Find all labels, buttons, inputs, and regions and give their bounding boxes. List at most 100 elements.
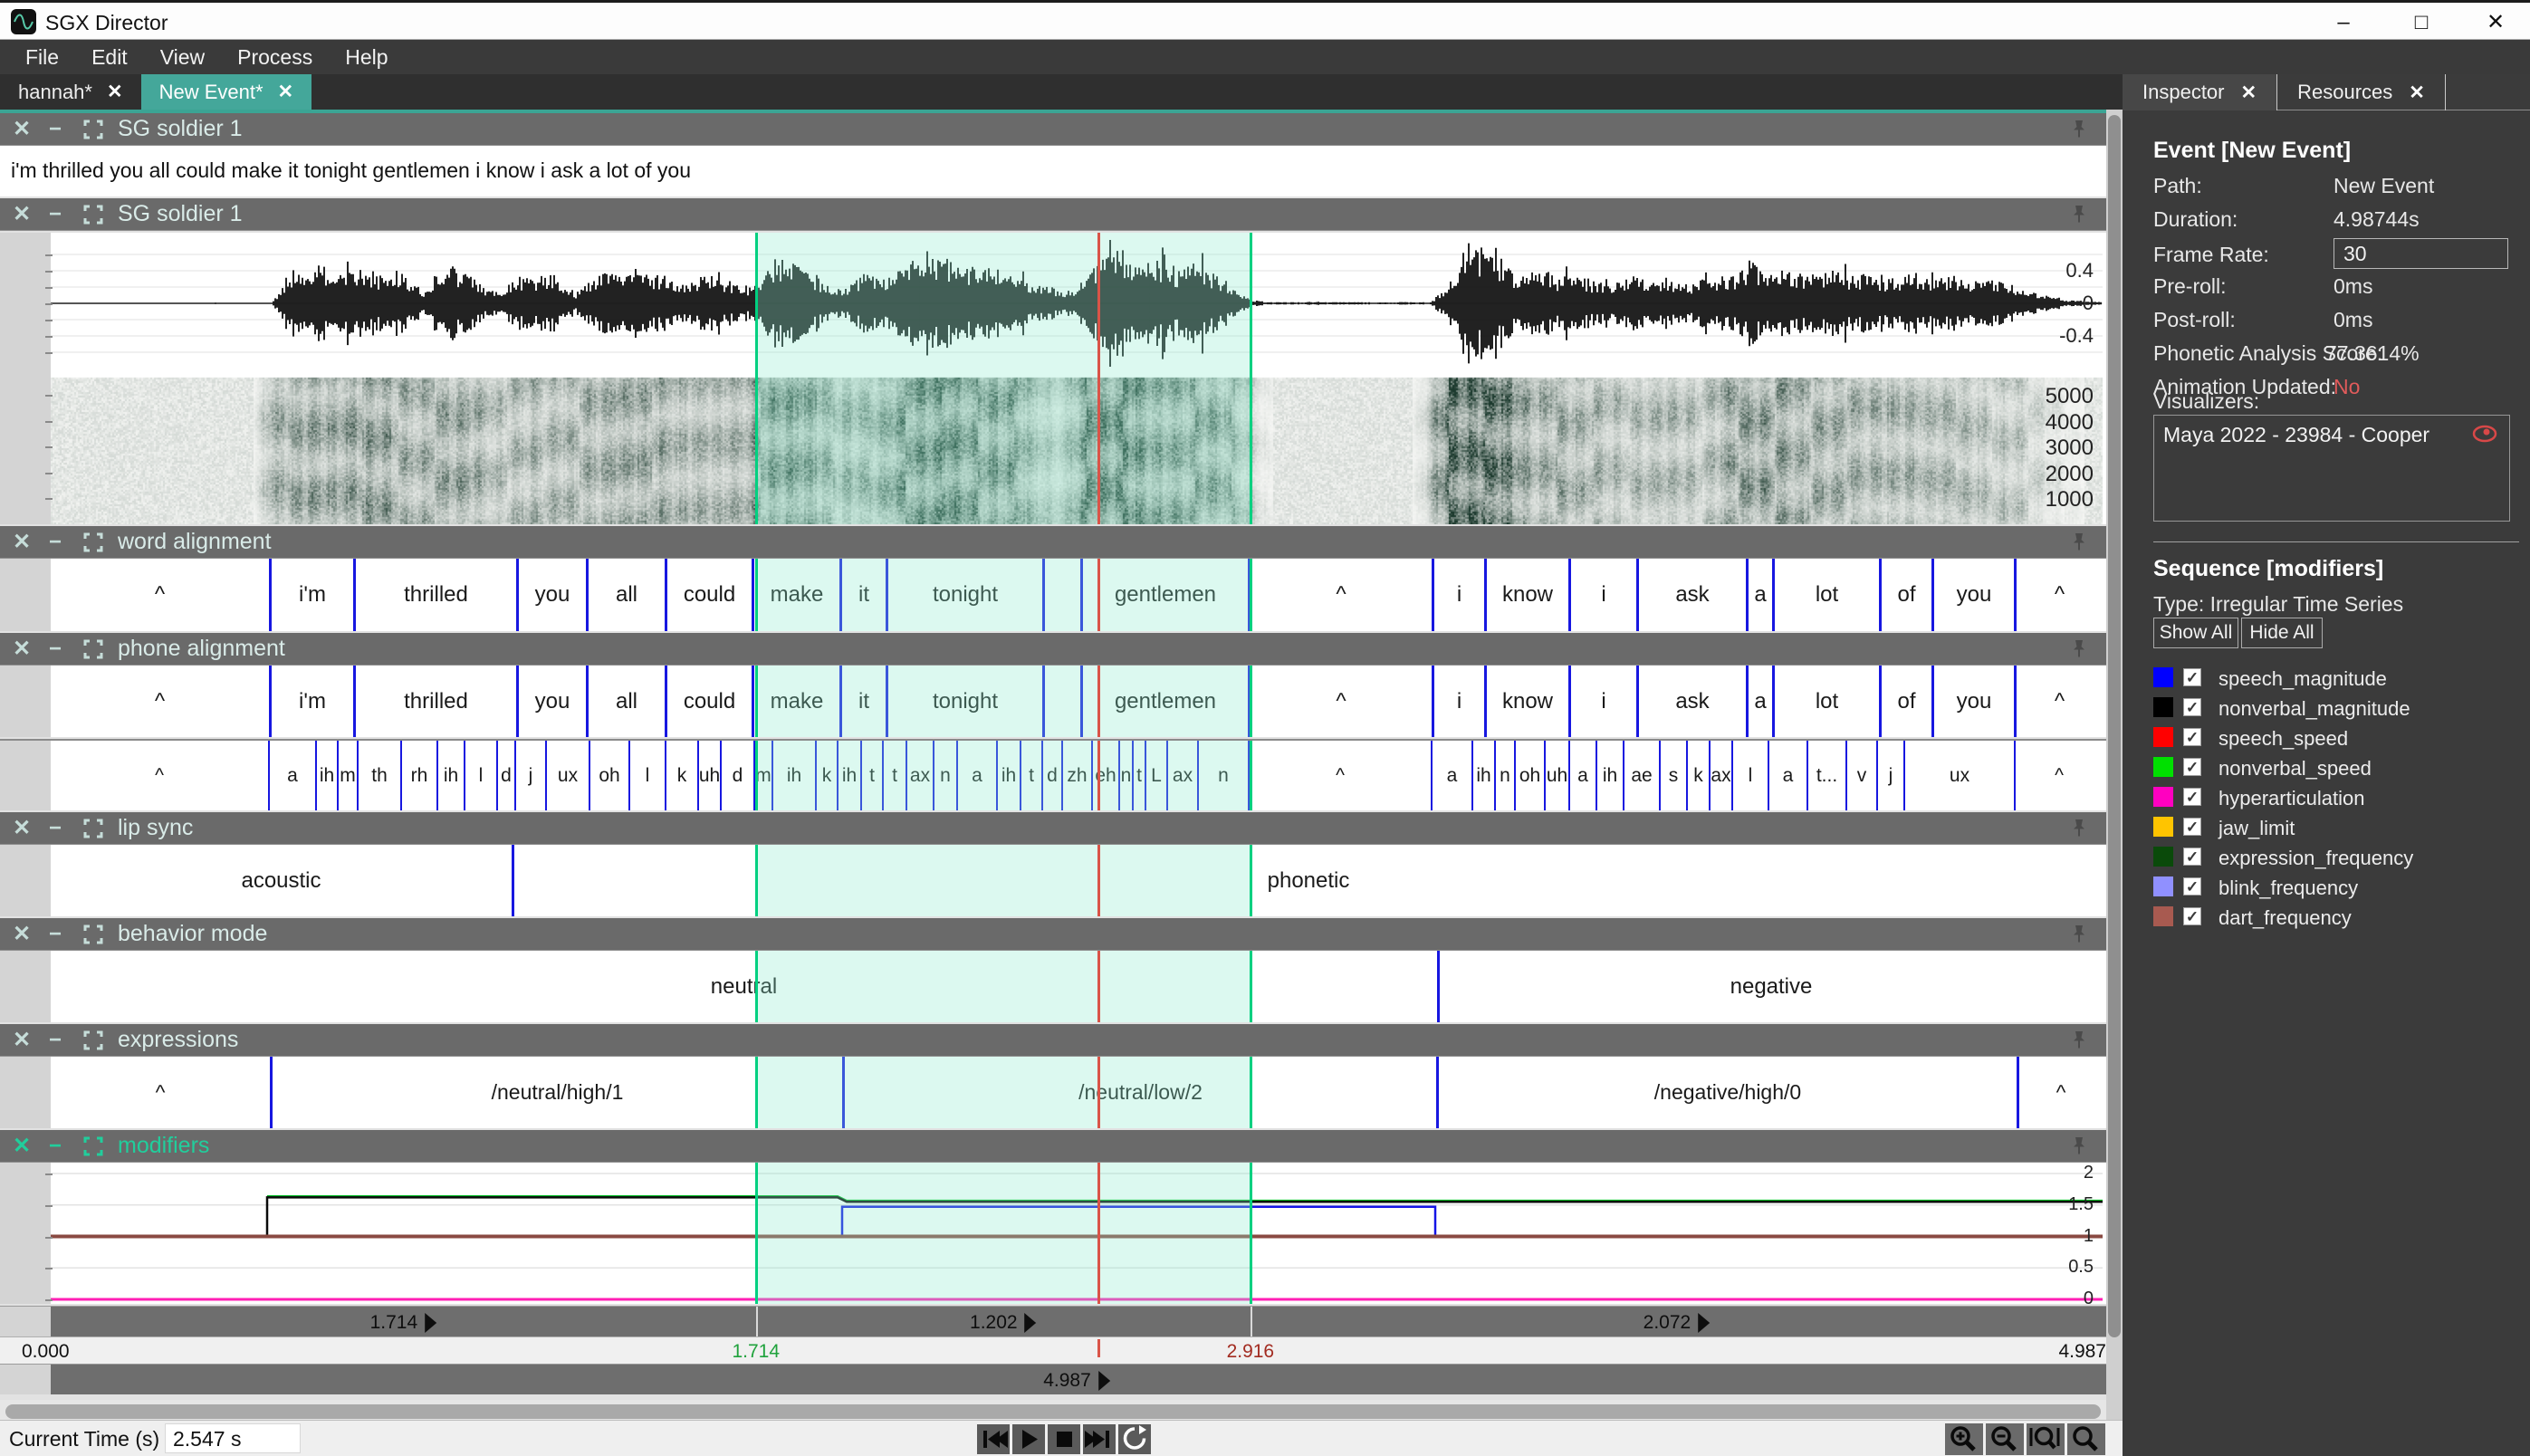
word-cell[interactable]: i xyxy=(1432,559,1484,631)
phone-cell[interactable]: zh xyxy=(1061,741,1091,810)
frame-rate-input[interactable]: 30 xyxy=(2334,238,2508,269)
phone-cell[interactable]: a xyxy=(956,741,996,810)
modifier-visibility-checkbox[interactable]: ✓ xyxy=(2183,907,2201,925)
track-minimize-icon[interactable]: − xyxy=(49,816,76,841)
phone-word-cell[interactable]: know xyxy=(1484,666,1568,737)
phone-cell[interactable]: t... xyxy=(1806,741,1845,810)
word-cell[interactable]: thrilled xyxy=(353,559,516,631)
phone-word-cell[interactable]: of xyxy=(1879,666,1931,737)
expression-cell[interactable]: /neutral/low/2 xyxy=(842,1057,1436,1128)
track-minimize-icon[interactable]: − xyxy=(49,530,76,555)
word-cell[interactable]: could xyxy=(665,559,752,631)
word-cell[interactable] xyxy=(1042,559,1080,631)
stop-button[interactable] xyxy=(1048,1424,1080,1454)
phone-word-cell[interactable]: you xyxy=(1931,666,2014,737)
track-minimize-icon[interactable]: − xyxy=(49,1028,76,1053)
menu-item-edit[interactable]: Edit xyxy=(79,42,140,73)
modifier-visibility-checkbox[interactable]: ✓ xyxy=(2183,698,2201,716)
word-cell[interactable]: know xyxy=(1484,559,1568,631)
vertical-scrollbar-thumb[interactable] xyxy=(2108,115,2121,1337)
track-close-icon[interactable]: ✕ xyxy=(13,921,36,947)
pin-icon[interactable] xyxy=(2068,119,2090,140)
pin-icon[interactable] xyxy=(2068,1030,2090,1051)
phone-cell[interactable]: ih xyxy=(771,741,815,810)
phone-cell[interactable]: ih xyxy=(1471,741,1494,810)
track-expand-icon[interactable] xyxy=(83,924,103,944)
track-close-icon[interactable]: ✕ xyxy=(13,529,36,555)
close-icon[interactable]: ✕ xyxy=(2470,6,2521,39)
track-close-icon[interactable]: ✕ xyxy=(13,116,36,142)
phone-cell[interactable]: d xyxy=(496,741,514,810)
menu-item-process[interactable]: Process xyxy=(225,42,325,73)
word-cell[interactable]: ask xyxy=(1636,559,1746,631)
phone-cell[interactable]: ih xyxy=(837,741,860,810)
word-cell[interactable]: gentlemen xyxy=(1080,559,1248,631)
track-expand-icon[interactable] xyxy=(83,819,103,838)
behavior-cell[interactable]: neutral xyxy=(51,951,1437,1022)
phone-cell[interactable]: ux xyxy=(1903,741,2014,810)
phone-cell[interactable]: ^ xyxy=(2014,741,2103,810)
current-time-value[interactable]: 2.547 s xyxy=(165,1423,301,1453)
phone-cell[interactable]: rh xyxy=(400,741,436,810)
phone-cell[interactable]: ^ xyxy=(1248,741,1431,810)
word-cell[interactable]: ^ xyxy=(51,559,269,631)
track-close-icon[interactable]: ✕ xyxy=(13,1027,36,1053)
zoom-in-button[interactable] xyxy=(1945,1423,1983,1455)
minimize-icon[interactable]: – xyxy=(2318,6,2369,39)
hide-all-button[interactable]: Hide All xyxy=(2241,618,2323,648)
expression-cell[interactable]: ^ xyxy=(2017,1057,2103,1128)
visualizers-list[interactable]: Maya 2022 - 23984 - Cooper xyxy=(2153,415,2510,522)
phone-word-cell[interactable]: tonight xyxy=(886,666,1042,737)
phone-cell[interactable]: s xyxy=(1659,741,1686,810)
phone-word-cell[interactable]: make xyxy=(752,666,839,737)
phone-word-cell[interactable]: i xyxy=(1568,666,1636,737)
play-segment-icon[interactable] xyxy=(1025,1313,1037,1333)
track-minimize-icon[interactable]: − xyxy=(49,1134,76,1159)
phone-cell[interactable]: a xyxy=(1431,741,1471,810)
behavior-cell[interactable]: negative xyxy=(1437,951,2103,1022)
phone-cell[interactable]: ^ xyxy=(51,741,268,810)
modifier-visibility-checkbox[interactable]: ✓ xyxy=(2183,758,2201,776)
phone-cell[interactable]: l xyxy=(1731,741,1768,810)
pin-icon[interactable] xyxy=(2068,532,2090,553)
eye-icon[interactable] xyxy=(2471,423,2498,445)
phone-cell[interactable]: k xyxy=(1686,741,1709,810)
word-cell[interactable]: i'm xyxy=(269,559,353,631)
word-cell[interactable]: all xyxy=(586,559,665,631)
loop-button[interactable] xyxy=(1118,1424,1151,1454)
phone-cell[interactable]: t xyxy=(1020,741,1041,810)
phone-word-cell[interactable]: a xyxy=(1746,666,1772,737)
word-cell[interactable]: you xyxy=(1931,559,2014,631)
phone-word-cell[interactable]: i'm xyxy=(269,666,353,737)
document-tab-2[interactable]: New Event*✕ xyxy=(141,74,312,110)
phone-cell[interactable]: k xyxy=(665,741,697,810)
modifier-visibility-checkbox[interactable]: ✓ xyxy=(2183,848,2201,866)
waveform-plot[interactable] xyxy=(0,233,2106,374)
lip-sync-cell[interactable]: acoustic xyxy=(51,845,512,916)
phone-word-cell[interactable]: could xyxy=(665,666,752,737)
phone-cell[interactable]: d xyxy=(720,741,753,810)
phone-cell[interactable]: th xyxy=(357,741,400,810)
play-segment-icon[interactable] xyxy=(1698,1313,1710,1333)
track-minimize-icon[interactable]: − xyxy=(49,117,76,142)
modifiers-curves[interactable] xyxy=(0,1163,2106,1304)
phone-cell[interactable]: m xyxy=(337,741,357,810)
phone-cell[interactable]: ih xyxy=(436,741,464,810)
document-tab-1[interactable]: hannah*✕ xyxy=(0,74,141,110)
phone-cell[interactable]: ih xyxy=(1596,741,1623,810)
inspector-tab-inspector[interactable]: Inspector✕ xyxy=(2123,74,2277,110)
spectrogram-plot[interactable] xyxy=(0,374,2106,524)
word-cell[interactable]: you xyxy=(516,559,586,631)
track-close-icon[interactable]: ✕ xyxy=(13,1133,36,1159)
expression-cell[interactable]: ^ xyxy=(51,1057,270,1128)
phone-cell[interactable]: uh xyxy=(1544,741,1568,810)
track-close-icon[interactable]: ✕ xyxy=(13,201,36,227)
track-expand-icon[interactable] xyxy=(83,1136,103,1156)
phone-cell[interactable]: n xyxy=(933,741,956,810)
phone-cell[interactable]: ax xyxy=(1166,741,1197,810)
pin-icon[interactable] xyxy=(2068,924,2090,945)
track-minimize-icon[interactable]: − xyxy=(49,202,76,227)
phone-cell[interactable]: t xyxy=(1132,741,1145,810)
word-cell[interactable]: ^ xyxy=(1248,559,1432,631)
word-cell[interactable]: a xyxy=(1746,559,1772,631)
